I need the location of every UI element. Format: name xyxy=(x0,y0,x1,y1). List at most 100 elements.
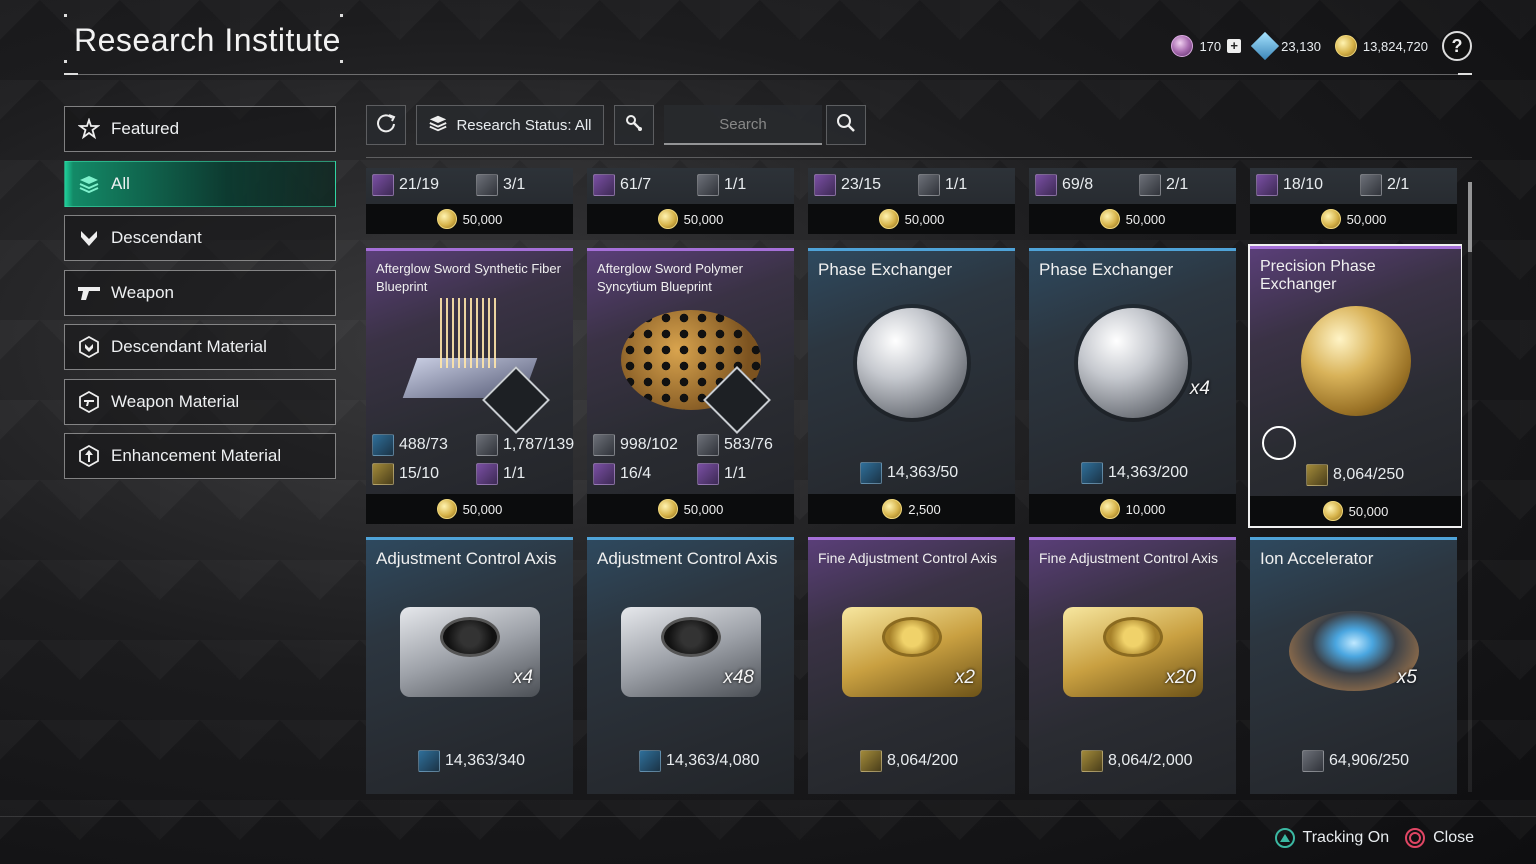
item-quantity: x5 xyxy=(1396,667,1417,688)
material-icon xyxy=(418,750,440,772)
sidebar-item-descendant[interactable]: Descendant xyxy=(64,215,336,261)
purple-crystal-icon xyxy=(1171,35,1194,57)
toolbar-divider xyxy=(366,157,1472,158)
sidebar-item-label: Weapon xyxy=(111,282,175,302)
sidebar-item-label: Weapon Material xyxy=(111,391,240,411)
currency-shard-value: 23,130 xyxy=(1281,38,1321,54)
sidebar-item-featured[interactable]: Featured xyxy=(64,106,336,152)
item-quantity: x4 xyxy=(512,667,533,688)
research-card[interactable]: Fine Adjustment Control Axis x2 8,064/20… xyxy=(808,537,1015,794)
item-quantity: x20 xyxy=(1165,667,1196,688)
item-name: Ion Accelerator xyxy=(1260,549,1374,568)
material-icon xyxy=(1035,174,1057,196)
currency-gold: 13,824,720 xyxy=(1334,35,1428,57)
add-currency-button[interactable]: + xyxy=(1227,39,1242,53)
material-requirement: 1/1 xyxy=(697,463,746,485)
material-icon xyxy=(1302,750,1324,772)
research-card[interactable]: 69/8 2/1 50,000 xyxy=(1029,168,1236,234)
footer-divider xyxy=(0,816,1536,817)
item-quantity: x48 xyxy=(723,667,754,688)
item-name: Fine Adjustment Control Axis xyxy=(1039,550,1218,566)
category-sidebar: Featured All Descendant Weapon Descendan… xyxy=(64,106,336,488)
layers-icon xyxy=(77,172,101,196)
material-requirement: 14,363/50 xyxy=(860,462,958,484)
search-input[interactable]: Search xyxy=(664,105,822,145)
price-bar: 50,000 xyxy=(366,204,573,234)
research-card[interactable]: Adjustment Control Axis x4 14,363/340 xyxy=(366,537,573,794)
item-name: Afterglow Sword Polymer Syncytium Bluepr… xyxy=(597,261,743,294)
item-name: Fine Adjustment Control Axis xyxy=(818,550,997,566)
research-card[interactable]: 61/7 1/1 50,000 xyxy=(587,168,794,234)
item-name: Adjustment Control Axis xyxy=(597,549,778,568)
currency-crystal: 170 + xyxy=(1171,35,1242,57)
material-icon xyxy=(697,434,719,456)
gold-coin-icon xyxy=(882,499,903,519)
material-requirement: 8,064/2,000 xyxy=(1081,750,1193,772)
material-requirement: 998/102 xyxy=(593,434,678,456)
material-icon xyxy=(697,463,719,485)
material-icon xyxy=(860,462,882,484)
scrollbar-thumb[interactable] xyxy=(1468,182,1472,252)
sidebar-item-all[interactable]: All xyxy=(64,160,336,207)
material-requirement: 583/76 xyxy=(697,434,773,456)
filter-toolbar: Research Status: All Search xyxy=(366,105,866,145)
rarity-bar xyxy=(587,537,794,540)
help-button[interactable]: ? xyxy=(1442,31,1472,61)
material-icon xyxy=(476,174,498,196)
grid-scrollbar[interactable] xyxy=(1468,182,1472,792)
material-icon xyxy=(1139,174,1161,196)
research-card[interactable]: Phase Exchanger x4 14,363/200 10,000 xyxy=(1029,248,1236,524)
research-card[interactable]: 21/19 3/1 50,000 xyxy=(366,168,573,234)
material-requirement: 8,064/250 xyxy=(1306,464,1404,486)
tracking-label: Tracking On xyxy=(1302,829,1390,846)
material-icon xyxy=(697,174,719,196)
research-card[interactable]: Afterglow Sword Polymer Syncytium Bluepr… xyxy=(587,248,794,524)
price-bar: 50,000 xyxy=(1029,204,1236,234)
item-name: Phase Exchanger xyxy=(818,260,953,279)
material-icon xyxy=(372,463,394,485)
material-icon xyxy=(593,463,615,485)
material-requirement: 2/1 xyxy=(1360,174,1409,196)
footer-actions: Tracking On Close xyxy=(1274,828,1474,848)
rarity-bar xyxy=(808,537,1015,540)
material-requirement: 69/8 xyxy=(1035,174,1093,196)
sidebar-item-enhancement-material[interactable]: Enhancement Material xyxy=(64,433,336,479)
rarity-bar xyxy=(1029,537,1236,540)
sidebar-item-label: All xyxy=(111,173,130,193)
material-icon xyxy=(1256,174,1278,196)
item-name: Precision Phase Exchanger xyxy=(1260,258,1376,293)
research-card[interactable]: Afterglow Sword Synthetic Fiber Blueprin… xyxy=(366,248,574,524)
material-icon xyxy=(476,434,498,456)
rarity-bar xyxy=(1029,248,1236,251)
tracking-filter-button[interactable] xyxy=(614,105,654,145)
item-name: Afterglow Sword Synthetic Fiber Blueprin… xyxy=(376,261,561,294)
price-bar: 2,500 xyxy=(808,494,1015,524)
research-card[interactable]: Ion Accelerator x5 64,906/250 xyxy=(1250,537,1457,794)
sidebar-item-weapon-material[interactable]: Weapon Material xyxy=(64,378,336,425)
gold-coin-icon xyxy=(1099,209,1120,229)
search-icon xyxy=(835,112,857,138)
close-button[interactable]: Close xyxy=(1405,828,1474,848)
rarity-bar xyxy=(1250,246,1461,249)
research-card[interactable]: Phase Exchanger 14,363/50 2,500 xyxy=(808,248,1015,524)
refresh-button[interactable] xyxy=(366,105,406,145)
sidebar-item-label: Featured xyxy=(111,119,180,138)
sidebar-item-descendant-material[interactable]: Descendant Material xyxy=(64,324,336,370)
sidebar-item-weapon[interactable]: Weapon xyxy=(64,269,336,316)
currency-shard: 23,130 xyxy=(1251,31,1321,61)
material-requirement: 14,363/200 xyxy=(1081,462,1188,484)
research-card-selected[interactable]: Precision Phase Exchanger 8,064/250 50,0… xyxy=(1248,244,1462,528)
search-button[interactable] xyxy=(826,105,866,145)
research-status-filter[interactable]: Research Status: All xyxy=(416,105,604,145)
research-card[interactable]: Fine Adjustment Control Axis x20 8,064/2… xyxy=(1029,537,1236,794)
price-bar: 50,000 xyxy=(587,494,794,524)
material-requirement: 23/15 xyxy=(814,174,881,196)
research-card[interactable]: Adjustment Control Axis x48 14,363/4,080 xyxy=(587,537,794,794)
material-icon xyxy=(918,174,940,196)
triangle-button-icon xyxy=(1274,828,1295,848)
research-card[interactable]: 23/15 1/1 50,000 xyxy=(808,168,1015,234)
tracking-toggle-button[interactable]: Tracking On xyxy=(1274,828,1390,848)
gold-coin-icon xyxy=(1320,209,1341,229)
research-card[interactable]: 18/10 2/1 50,000 xyxy=(1250,168,1457,234)
sidebar-item-label: Enhancement Material xyxy=(111,446,282,465)
